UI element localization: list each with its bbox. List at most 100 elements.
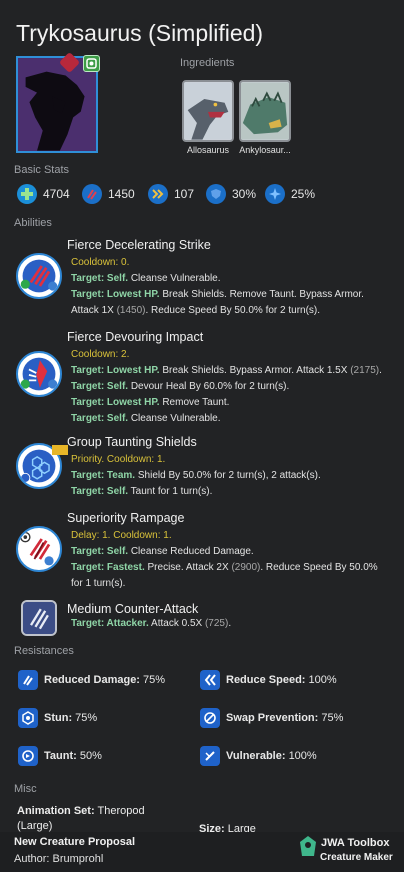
ability-line: Target: Self. Devour Heal By 60.0% for 2… xyxy=(71,379,389,395)
ability-line: Target: Lowest HP. Break Shields. Bypass… xyxy=(71,363,389,379)
animation-set: Animation Set: Theropod (Large) xyxy=(17,804,177,834)
resistance-stun: Stun: 75% xyxy=(18,708,97,728)
ingredient-allosaurus[interactable]: Allosaurus xyxy=(182,80,234,155)
ability-effect: Cleanse Vulnerable. xyxy=(128,413,221,424)
ability-effect: . xyxy=(379,365,382,376)
ability-name: Fierce Decelerating Strike xyxy=(67,238,211,252)
ingredient-ankylosaurus[interactable]: Ankylosaur... xyxy=(239,80,291,155)
ability-name: Group Taunting Shields xyxy=(67,435,197,449)
armor-icon xyxy=(206,184,226,204)
ability-description: Priority. Cooldown: 1. Target: Team. Shie… xyxy=(71,452,389,500)
allosaurus-image xyxy=(182,80,234,142)
resistance-vulnerable: Vulnerable: 100% xyxy=(200,746,317,766)
ability-target: Target: Self. xyxy=(71,546,129,557)
superiority-rampage-icon xyxy=(16,526,62,572)
fierce-strike-icon xyxy=(16,253,62,299)
resistance-value: 75% xyxy=(143,674,166,686)
ability-target: Target: Lowest HP. xyxy=(71,289,160,300)
ability-name: Superiority Rampage xyxy=(67,511,185,525)
stat-speed: 107 xyxy=(148,184,194,204)
resistance-name: Reduced Damage: xyxy=(44,674,140,686)
ability-effect: Cleanse Reduced Damage. xyxy=(128,546,254,557)
footer: New Creature Proposal Author: Brumprohl … xyxy=(0,832,404,872)
priority-arrow-icon xyxy=(52,445,68,455)
ability-medium-counter-attack[interactable]: Medium Counter-Attack Target: Attacker. … xyxy=(14,600,394,646)
ability-line: Cooldown: 0. xyxy=(71,255,389,271)
stat-crit: 25% xyxy=(265,184,315,204)
resistance-value: 100% xyxy=(308,674,337,686)
author-line: Author: Brumprohl xyxy=(14,853,103,865)
resistance-reduce-speed: Reduce Speed: 100% xyxy=(200,670,337,690)
resistance-value: 100% xyxy=(288,750,317,762)
resistance-swap-prevention: Swap Prevention: 75% xyxy=(200,708,343,728)
resistance-taunt: Taunt: 50% xyxy=(18,746,102,766)
stun-icon xyxy=(18,708,38,728)
counter-attack-icon xyxy=(21,600,57,636)
crit-icon xyxy=(265,184,285,204)
brand-name: JWA Toolbox xyxy=(321,837,390,849)
ability-target: Target: Fastest. xyxy=(71,562,145,573)
ability-fierce-decelerating-strike[interactable]: Fierce Decelerating Strike Cooldown: 0. T… xyxy=(14,236,394,320)
author-name: Brumprohl xyxy=(52,853,104,865)
ability-effect: . xyxy=(228,618,232,629)
ingredient-name: Ankylosaur... xyxy=(239,145,291,155)
ingredients-label: Ingredients xyxy=(180,57,235,69)
ability-effect: (725) xyxy=(204,618,229,629)
damage-icon xyxy=(82,184,102,204)
stat-value: 25% xyxy=(291,187,316,201)
ability-target: Target: Attacker. xyxy=(71,618,149,629)
vulnerable-icon xyxy=(200,746,220,766)
jwa-toolbox-logo-icon xyxy=(300,836,316,856)
ability-effect: (2175) xyxy=(350,365,380,376)
resistance-value: 50% xyxy=(79,750,102,762)
ability-line: Target: Lowest HP. Remove Taunt. xyxy=(71,395,389,411)
ability-group-taunting-shields[interactable]: Group Taunting Shields Priority. Cooldow… xyxy=(14,433,394,501)
ability-line: Target: Self. Cleanse Reduced Damage. xyxy=(71,544,389,560)
ability-target: Target: Self. xyxy=(71,381,129,392)
author-label: Author: xyxy=(14,853,50,865)
resistance-reduced-damage: Reduced Damage: 75% xyxy=(18,670,165,690)
ability-effect: Taunt for 1 turn(s). xyxy=(128,486,213,497)
ability-effect: Precise. Attack 2X xyxy=(144,562,232,573)
ability-superiority-rampage[interactable]: Superiority Rampage Delay: 1. Cooldown: … xyxy=(14,509,394,593)
resistance-name: Stun: xyxy=(44,712,73,724)
ankylosaurus-image xyxy=(239,80,291,142)
taunt-icon xyxy=(18,746,38,766)
stat-damage: 1450 xyxy=(82,184,135,204)
ability-timing: Priority. Cooldown: 1. xyxy=(71,454,166,465)
ability-description: Cooldown: 0. Target: Self. Cleanse Vulner… xyxy=(71,255,389,319)
ability-line: Target: Self. Cleanse Vulnerable. xyxy=(71,411,389,427)
misc-label: Misc xyxy=(14,783,37,795)
ability-target: Target: Lowest HP. xyxy=(71,365,160,376)
ability-timing: Delay: 1. Cooldown: 1. xyxy=(71,530,172,541)
ability-target: Target: Self. xyxy=(71,273,129,284)
ability-effect: Attack 0.5X xyxy=(148,618,205,629)
ability-timing: Cooldown: 2. xyxy=(71,349,130,360)
ability-line: Target: Self. Taunt for 1 turn(s). xyxy=(71,484,389,500)
ability-effect: Devour Heal By 60.0% for 2 turn(s). xyxy=(128,381,290,392)
speed-icon xyxy=(148,184,168,204)
resistance-name: Vulnerable: xyxy=(226,750,286,762)
ability-effect: Remove Taunt. xyxy=(159,397,230,408)
ability-line: Delay: 1. Cooldown: 1. xyxy=(71,528,389,544)
creature-silhouette xyxy=(18,58,96,151)
ability-fierce-devouring-impact[interactable]: Fierce Devouring Impact Cooldown: 2. Targ… xyxy=(14,328,394,424)
abilities-label: Abilities xyxy=(14,217,52,229)
ability-effect: (2900) xyxy=(231,562,261,573)
reduced-damage-icon xyxy=(18,670,38,690)
resistance-value: 75% xyxy=(75,712,98,724)
health-icon xyxy=(17,184,37,204)
resistance-name: Swap Prevention: xyxy=(226,712,319,724)
resistance-name: Taunt: xyxy=(44,750,77,762)
animation-set-label: Animation Set: xyxy=(17,805,95,817)
ability-target: Target: Self. xyxy=(71,486,129,497)
page-title: Trykosaurus (Simplified) xyxy=(16,20,264,46)
resistance-name: Reduce Speed: xyxy=(226,674,306,686)
swap-prevention-icon xyxy=(200,708,220,728)
resistances-label: Resistances xyxy=(14,645,74,657)
ability-target: Target: Self. xyxy=(71,413,129,424)
ability-line: Cooldown: 2. xyxy=(71,347,389,363)
stat-armor: 30% xyxy=(206,184,256,204)
ability-line: Target: Self. Cleanse Vulnerable. xyxy=(71,271,389,287)
ability-line: Target: Team. Shield By 50.0% for 2 turn… xyxy=(71,468,389,484)
